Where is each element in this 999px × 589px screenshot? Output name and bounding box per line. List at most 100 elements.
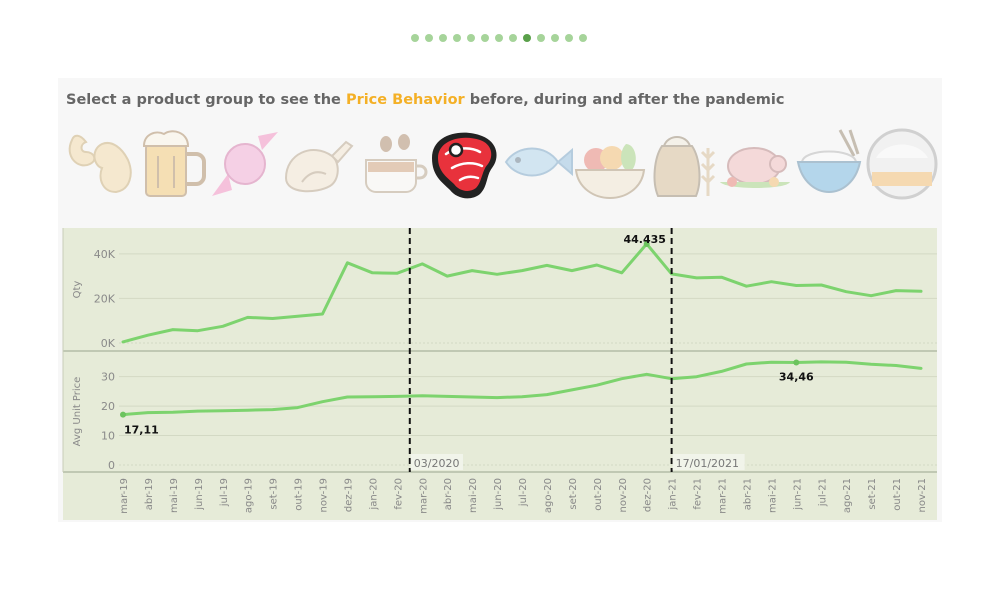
x-tick-label: ago-20 <box>543 478 554 513</box>
carousel-dot[interactable] <box>509 34 517 42</box>
data-point <box>770 361 773 364</box>
x-tick-label: fev-20 <box>393 478 404 510</box>
data-point <box>221 325 224 328</box>
x-tick-label: jan-20 <box>368 478 379 511</box>
x-tick-label: set-19 <box>269 478 280 510</box>
page-title: Select a product group to see the Price … <box>66 92 784 108</box>
x-tick-label: nov-20 <box>618 478 629 512</box>
x-tick-label: set-21 <box>867 478 878 510</box>
carousel-dot[interactable] <box>495 34 503 42</box>
reference-label: 17/01/2021 <box>676 457 739 470</box>
data-point <box>371 271 374 274</box>
data-point <box>894 364 898 367</box>
data-point <box>371 395 374 398</box>
data-point <box>246 409 249 412</box>
data-point <box>246 316 249 319</box>
carousel-dot[interactable] <box>411 34 419 42</box>
data-point <box>396 272 399 275</box>
x-tick-label: mar-20 <box>418 478 429 514</box>
x-tick-label: fev-21 <box>693 478 704 510</box>
data-point <box>421 262 424 266</box>
x-tick-label: jun-21 <box>792 478 803 511</box>
x-tick-label: jun-19 <box>194 478 205 511</box>
carousel-dot[interactable] <box>467 34 475 42</box>
data-point <box>645 373 648 376</box>
x-tick-label: dez-19 <box>343 478 354 512</box>
x-tick-label: mai-20 <box>468 478 479 513</box>
data-point <box>146 333 150 337</box>
carousel-dot[interactable] <box>425 34 433 42</box>
data-point <box>346 395 349 399</box>
x-tick-label: out-19 <box>294 478 305 511</box>
data-point <box>745 362 748 366</box>
data-point <box>595 263 599 267</box>
data-point <box>520 269 524 272</box>
data-point <box>271 408 274 411</box>
x-tick-label: abr-21 <box>742 478 753 510</box>
data-point <box>221 409 224 413</box>
coffee-icon[interactable] <box>365 134 428 193</box>
data-point <box>570 388 574 392</box>
x-tick-label: mai-19 <box>169 478 180 513</box>
title-prefix: Select a product group to see the <box>66 92 346 108</box>
carousel-dot[interactable] <box>551 34 559 42</box>
x-tick-label: nov-21 <box>917 478 928 512</box>
x-tick-label: mar-19 <box>119 478 130 514</box>
y-tick-label: 10 <box>101 430 115 443</box>
carousel-dot[interactable] <box>537 34 545 42</box>
rice-bowl-icon[interactable] <box>796 129 862 194</box>
data-point <box>844 290 848 293</box>
data-point <box>545 393 549 396</box>
data-point <box>196 329 200 332</box>
data-point <box>396 395 399 398</box>
data-point <box>620 271 623 274</box>
data-point <box>346 261 349 264</box>
x-tick-label: set-20 <box>568 478 579 510</box>
carousel-dot[interactable] <box>439 34 447 42</box>
data-point <box>795 284 798 287</box>
data-point <box>570 269 574 272</box>
carousel-dot[interactable] <box>565 34 573 42</box>
fruit-bowl-icon[interactable] <box>574 144 646 200</box>
data-point <box>720 276 723 279</box>
beer-mug-icon[interactable] <box>142 130 206 197</box>
y-tick-label: 0 <box>108 459 115 472</box>
data-point <box>545 264 549 267</box>
data-point <box>745 284 748 288</box>
candy-icon[interactable] <box>212 132 278 196</box>
x-tick-label: jul-20 <box>518 478 529 507</box>
roast-pig-icon[interactable] <box>720 147 790 188</box>
x-tick-label: mai-21 <box>767 478 778 513</box>
y-axis-title: Qty <box>72 281 83 299</box>
data-point <box>445 395 449 398</box>
data-point <box>470 269 474 272</box>
data-point <box>820 360 823 364</box>
carousel-dot[interactable] <box>579 34 587 42</box>
annotation-marker <box>120 411 126 418</box>
cashew-icon[interactable] <box>68 134 132 194</box>
x-tick-label: abr-20 <box>443 478 454 510</box>
carousel-dot[interactable] <box>453 34 461 42</box>
y-tick-label: 40K <box>94 248 116 261</box>
reference-label: 03/2020 <box>414 457 460 470</box>
data-point <box>296 406 299 409</box>
data-point <box>196 409 200 413</box>
grain-sack-icon[interactable] <box>653 136 716 197</box>
chicken-icon[interactable] <box>284 140 354 193</box>
y-tick-label: 20 <box>101 400 115 413</box>
carousel-dot[interactable] <box>481 34 489 42</box>
title-suffix: before, during and after the pandemic <box>464 92 785 108</box>
y-tick-label: 20K <box>94 292 116 305</box>
fish-icon[interactable] <box>504 147 573 177</box>
x-tick-label: mar-21 <box>718 478 729 514</box>
steak-icon[interactable] <box>432 132 497 199</box>
sugar-icon[interactable] <box>866 128 938 200</box>
data-point <box>421 394 424 398</box>
data-point <box>720 370 723 373</box>
data-point <box>321 312 324 316</box>
data-point <box>321 400 324 403</box>
data-point <box>844 361 848 364</box>
carousel-dot[interactable] <box>523 34 531 42</box>
x-tick-label: ago-21 <box>842 478 853 513</box>
data-point <box>296 315 299 318</box>
